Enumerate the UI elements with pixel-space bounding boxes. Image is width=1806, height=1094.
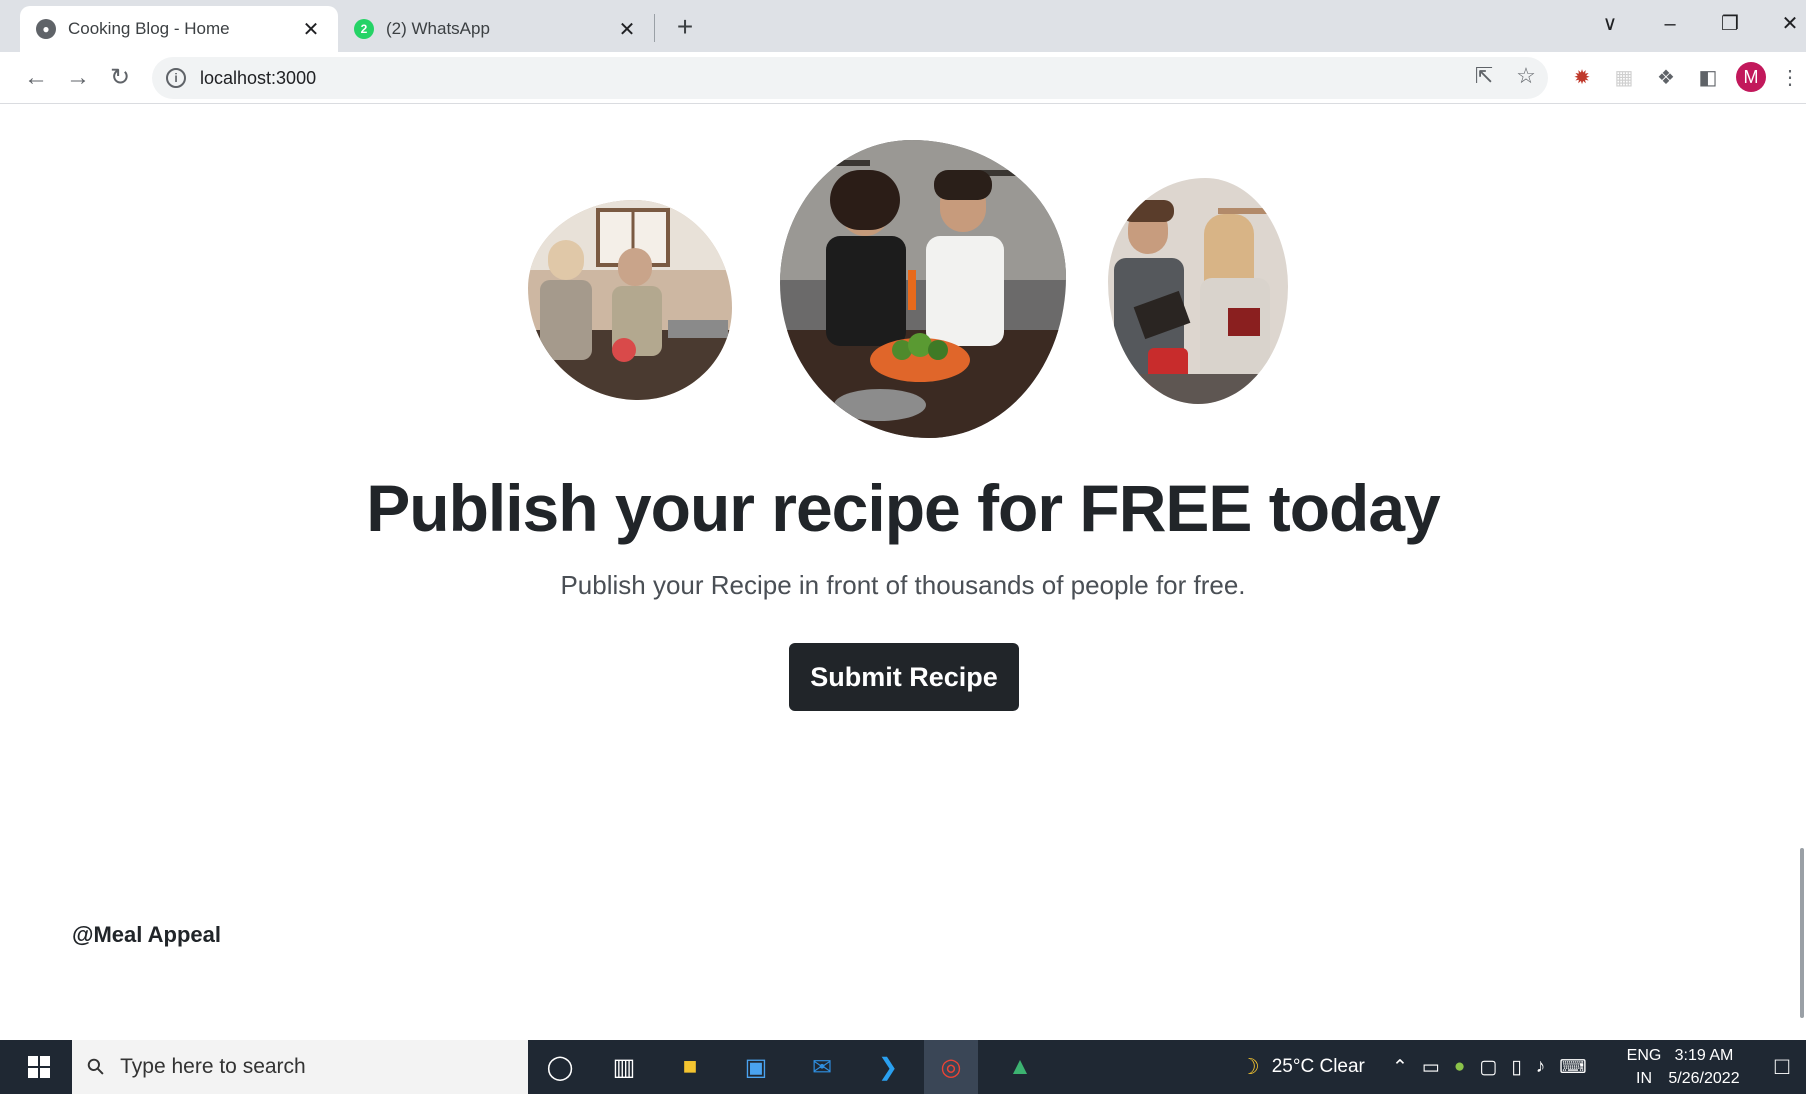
file-explorer-icon[interactable]: ■: [670, 1048, 710, 1086]
address-bar[interactable]: i localhost:3000: [152, 57, 1548, 99]
vscode-icon[interactable]: ❯: [868, 1048, 908, 1086]
new-tab-button[interactable]: +: [670, 10, 700, 44]
windows-taskbar: ⚲ Type here to search ◯ ▥ ■ ▣ ✉ ❯ ◎ ▲ ☽ …: [0, 1040, 1806, 1094]
close-window-button[interactable]: ✕: [1770, 8, 1806, 40]
profile-avatar[interactable]: M: [1736, 62, 1766, 92]
taskbar-clock[interactable]: 3:19 AM 5/26/2022: [1662, 1044, 1746, 1090]
info-icon[interactable]: i: [166, 68, 186, 88]
system-tray: ⌃ ▭ ● ▢ ▯ ♪ ⌨: [1392, 1040, 1587, 1094]
lang-region: IN: [1636, 1070, 1652, 1087]
grid-extension-icon[interactable]: ▦: [1610, 64, 1638, 92]
forward-arrow-icon[interactable]: →: [60, 60, 96, 96]
network-icon[interactable]: ▭: [1422, 1056, 1440, 1079]
side-panel-icon[interactable]: ◧: [1694, 64, 1722, 92]
keyboard-icon[interactable]: ⌨: [1559, 1056, 1586, 1079]
moon-icon: ☽: [1240, 1054, 1260, 1079]
windows-start-button[interactable]: [8, 1040, 70, 1094]
tab-search-chevron-icon[interactable]: ∨: [1590, 8, 1630, 40]
close-tab-icon[interactable]: ✕: [616, 17, 638, 42]
browser-tab-strip: ● Cooking Blog - Home ✕ 2 (2) WhatsApp ✕…: [0, 0, 1806, 52]
notifications-icon[interactable]: □: [1762, 1048, 1802, 1086]
tab-title: Cooking Blog - Home: [68, 19, 230, 38]
bookmark-star-icon[interactable]: ☆: [1508, 58, 1544, 94]
tab-title: (2) WhatsApp: [386, 19, 490, 38]
lang-code: ENG: [1626, 1047, 1662, 1064]
close-tab-icon[interactable]: ✕: [300, 17, 322, 42]
tab-cooking-blog[interactable]: ● Cooking Blog - Home ✕: [20, 6, 338, 52]
tab-separator: [654, 14, 655, 42]
clock-time: 3:19 AM: [1674, 1047, 1734, 1064]
mail-icon[interactable]: ✉: [802, 1048, 842, 1086]
taskbar-search-placeholder: Type here to search: [120, 1055, 306, 1078]
tray-app-icon[interactable]: ●: [1454, 1056, 1465, 1078]
couple-reading-recipe-photo: [1108, 178, 1288, 404]
task-view-icon[interactable]: ▥: [604, 1048, 644, 1086]
couple-cooking-vegetables-photo: [780, 140, 1066, 438]
microsoft-store-icon[interactable]: ▣: [736, 1048, 776, 1086]
footer-brand: @Meal Appeal: [72, 922, 222, 947]
screen: ● Cooking Blog - Home ✕ 2 (2) WhatsApp ✕…: [0, 0, 1806, 1094]
bug-extension-icon[interactable]: ✹: [1568, 64, 1596, 92]
share-icon[interactable]: ⇱: [1466, 58, 1502, 94]
minimize-button[interactable]: –: [1650, 8, 1690, 40]
browser-toolbar: ← → ↻ i localhost:3000 ⇱ ☆ ✹ ▦ ❖ ◧ ⋮: [0, 52, 1806, 104]
windows-logo-icon: [28, 1056, 50, 1078]
page-content: Publish your recipe for FREE today Publi…: [8, 104, 1806, 1040]
cta-subline: Publish your Recipe in front of thousand…: [560, 570, 1246, 600]
volume-icon[interactable]: ♪: [1536, 1056, 1546, 1078]
cta-headline: Publish your recipe for FREE today: [366, 471, 1441, 545]
taskbar-search-box[interactable]: ⚲ Type here to search: [72, 1040, 528, 1094]
kebab-menu-icon[interactable]: ⋮: [1776, 64, 1804, 92]
puzzle-extensions-icon[interactable]: ❖: [1652, 64, 1680, 92]
couple-washing-dishes-photo: [528, 200, 732, 400]
cortana-icon[interactable]: ◯: [540, 1048, 580, 1086]
tab-whatsapp[interactable]: 2 (2) WhatsApp ✕: [338, 6, 654, 52]
clock-date: 5/26/2022: [1668, 1070, 1740, 1087]
search-icon: ⚲: [81, 1052, 111, 1082]
rocket-app-icon[interactable]: ▲: [1000, 1048, 1040, 1086]
input-language[interactable]: ENG IN: [1624, 1044, 1664, 1090]
restore-button[interactable]: ❐: [1710, 8, 1750, 40]
url-text: localhost:3000: [200, 67, 317, 88]
reload-icon[interactable]: ↻: [102, 60, 138, 96]
show-hidden-icons-chevron-icon[interactable]: ⌃: [1392, 1056, 1408, 1079]
weather-widget[interactable]: ☽ 25°C Clear: [1240, 1040, 1365, 1094]
back-arrow-icon[interactable]: ←: [18, 60, 54, 96]
battery-icon[interactable]: ▯: [1511, 1056, 1521, 1079]
page-scrollbar[interactable]: [1800, 848, 1804, 1018]
submit-recipe-button[interactable]: Submit Recipe: [789, 643, 1019, 711]
whatsapp-icon: 2: [354, 19, 374, 39]
chrome-icon[interactable]: ◎: [924, 1040, 978, 1094]
globe-icon: ●: [36, 19, 56, 39]
weather-text: 25°C Clear: [1271, 1056, 1365, 1077]
meet-now-icon[interactable]: ▢: [1479, 1056, 1497, 1079]
